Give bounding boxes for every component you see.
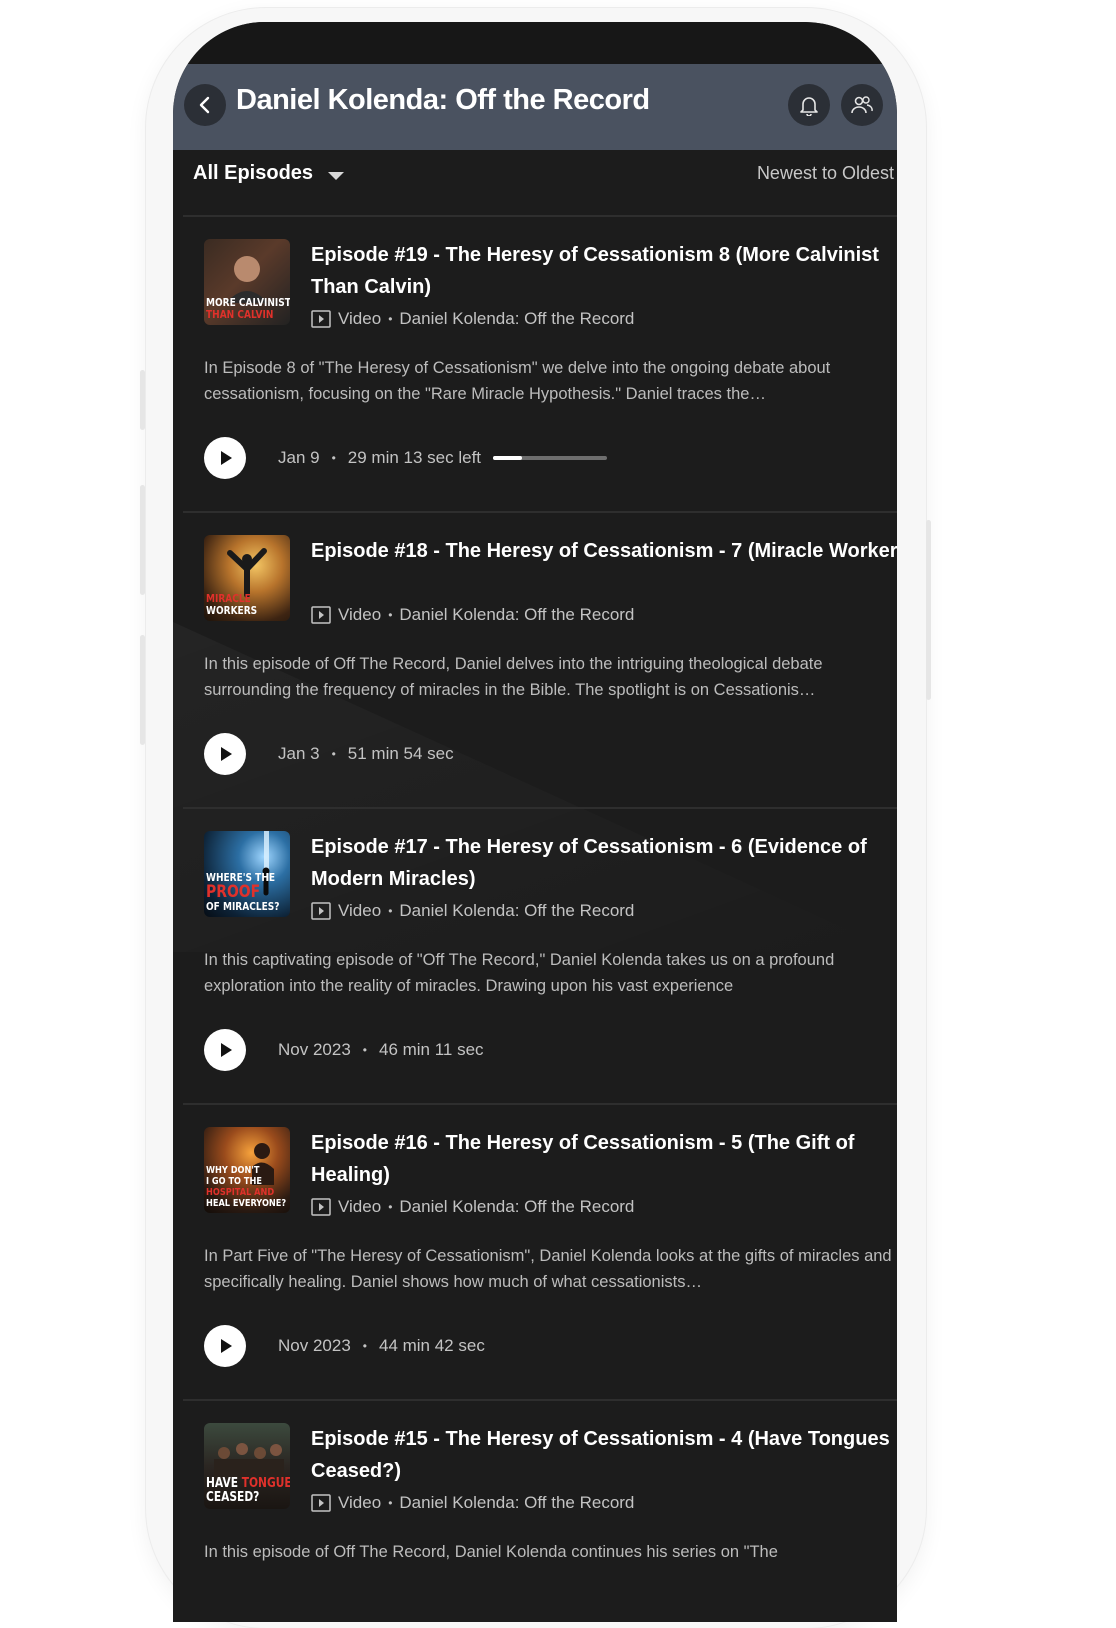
episode-thumbnail: HAVE TONGUESCEASED?	[204, 1423, 290, 1509]
episode-title[interactable]: Episode #15 - The Heresy of Cessationism…	[311, 1423, 897, 1487]
play-icon	[221, 1339, 232, 1353]
episode-date: Jan 9	[278, 448, 320, 467]
episode-thumbnail: MIRACLE WORKERS	[204, 535, 290, 621]
thumbnail-caption: MIRACLE WORKERS	[206, 592, 258, 617]
thumbnail-caption: HAVE TONGUESCEASED?	[206, 1476, 290, 1505]
thumbnail-caption: WHY DON'T I GO TO THE HOSPITAL AND HEAL EVE…	[206, 1165, 287, 1209]
episode-meta: Video • Daniel Kolenda: Off the Record	[311, 308, 634, 330]
caret-down-icon	[328, 172, 344, 180]
episode-type: Video	[338, 605, 382, 624]
episode-duration: 51 min 54 sec	[347, 744, 454, 763]
sort-order-button[interactable]: Newest to Oldest	[757, 163, 894, 184]
show-name: Daniel Kolenda: Off the Record	[399, 309, 635, 328]
back-button[interactable]	[184, 84, 226, 126]
play-button[interactable]	[204, 1325, 246, 1367]
episode-title[interactable]: Episode #18 - The Heresy of Cessationism…	[311, 535, 897, 567]
show-name: Daniel Kolenda: Off the Record	[399, 901, 635, 920]
thumbnail-caption: WHERE'S THE PROOF OF MIRACLES?	[206, 871, 280, 913]
episode-date: Jan 3	[278, 744, 320, 763]
phone-power-button	[926, 520, 931, 700]
community-button[interactable]	[841, 84, 883, 126]
episode-description: In Part Five of "The Heresy of Cessation…	[204, 1247, 892, 1291]
video-icon	[311, 1198, 331, 1216]
episode-controls: Jan 9 • 29 min 13 sec left	[204, 436, 608, 480]
play-icon	[221, 1043, 232, 1057]
episode-meta: Video • Daniel Kolenda: Off the Record	[311, 1196, 634, 1218]
episode-meta: Video • Daniel Kolenda: Off the Record	[311, 900, 634, 922]
page-title: Daniel Kolenda: Off the Record	[236, 84, 650, 116]
episode-thumbnail: MORE CALVINIST THAN CALVIN	[204, 239, 290, 325]
phone-volume-down	[140, 635, 145, 745]
status-bar	[173, 22, 897, 64]
episode-item[interactable]: WHY DON'T I GO TO THE HOSPITAL AND HEAL EVE…	[173, 1105, 897, 1401]
episode-meta: Video • Daniel Kolenda: Off the Record	[311, 604, 634, 626]
episode-description: In this captivating episode of "Off The …	[204, 951, 835, 995]
filter-bar: All Episodes Newest to Oldest	[173, 150, 897, 216]
filter-label: All Episodes	[193, 162, 314, 184]
episode-description: In this episode of Off The Record, Danie…	[204, 655, 823, 699]
episode-thumbnail: WHERE'S THE PROOF OF MIRACLES?	[204, 831, 290, 917]
phone-volume-up	[140, 485, 145, 595]
episode-item[interactable]: MIRACLE WORKERS Episode #18 - The Heresy …	[173, 513, 897, 809]
episode-controls: Nov 2023 • 44 min 42 sec	[204, 1324, 485, 1368]
episode-duration: 46 min 11 sec	[378, 1040, 484, 1059]
episode-thumbnail: WHY DON'T I GO TO THE HOSPITAL AND HEAL EVE…	[204, 1127, 290, 1213]
episode-controls: Nov 2023 • 46 min 11 sec	[204, 1028, 484, 1072]
video-icon	[311, 310, 331, 328]
play-icon	[221, 747, 232, 761]
video-icon	[311, 1494, 331, 1512]
page-header: Daniel Kolenda: Off the Record	[173, 64, 897, 150]
progress-bar	[493, 456, 608, 460]
episode-duration: 44 min 42 sec	[378, 1336, 485, 1355]
play-button[interactable]	[204, 437, 246, 479]
episode-controls: Jan 3 • 51 min 54 sec	[204, 732, 454, 776]
thumbnail-caption: MORE CALVINIST THAN CALVIN	[206, 296, 290, 321]
episode-item[interactable]: MORE CALVINIST THAN CALVIN Episode #19 - …	[173, 217, 897, 513]
episode-duration: 29 min 13 sec left	[347, 448, 482, 467]
episode-type: Video	[338, 1493, 382, 1512]
video-icon	[311, 902, 331, 920]
bell-icon	[800, 97, 818, 116]
chevron-left-icon	[199, 96, 210, 114]
episode-title[interactable]: Episode #17 - The Heresy of Cessationism…	[311, 831, 897, 895]
episode-type: Video	[338, 309, 382, 328]
episode-item[interactable]: WHERE'S THE PROOF OF MIRACLES? Episode #17…	[173, 809, 897, 1105]
progress-fill	[493, 456, 522, 460]
episode-meta: Video • Daniel Kolenda: Off the Record	[311, 1492, 634, 1514]
play-icon	[221, 451, 232, 465]
video-icon	[311, 606, 331, 624]
episode-title[interactable]: Episode #16 - The Heresy of Cessationism…	[311, 1127, 897, 1191]
episode-title[interactable]: Episode #19 - The Heresy of Cessationism…	[311, 239, 897, 303]
episode-date: Nov 2023	[278, 1336, 351, 1355]
show-name: Daniel Kolenda: Off the Record	[399, 1197, 635, 1216]
episode-description: In this episode of Off The Record, Danie…	[204, 1543, 778, 1561]
episode-date: Nov 2023	[278, 1040, 351, 1059]
notifications-button[interactable]	[788, 84, 830, 126]
app-screen: Daniel Kolenda: Off the Record All Episo…	[173, 22, 897, 1622]
episode-description: In Episode 8 of "The Heresy of Cessation…	[204, 359, 831, 403]
play-button[interactable]	[204, 1029, 246, 1071]
people-icon	[851, 96, 873, 114]
show-name: Daniel Kolenda: Off the Record	[399, 605, 635, 624]
episode-item[interactable]: HAVE TONGUESCEASED? Episode #15 - The He…	[173, 1401, 897, 1622]
show-name: Daniel Kolenda: Off the Record	[399, 1493, 635, 1512]
phone-side-button	[140, 370, 145, 430]
episode-type: Video	[338, 1197, 382, 1216]
play-button[interactable]	[204, 733, 246, 775]
episode-type: Video	[338, 901, 382, 920]
